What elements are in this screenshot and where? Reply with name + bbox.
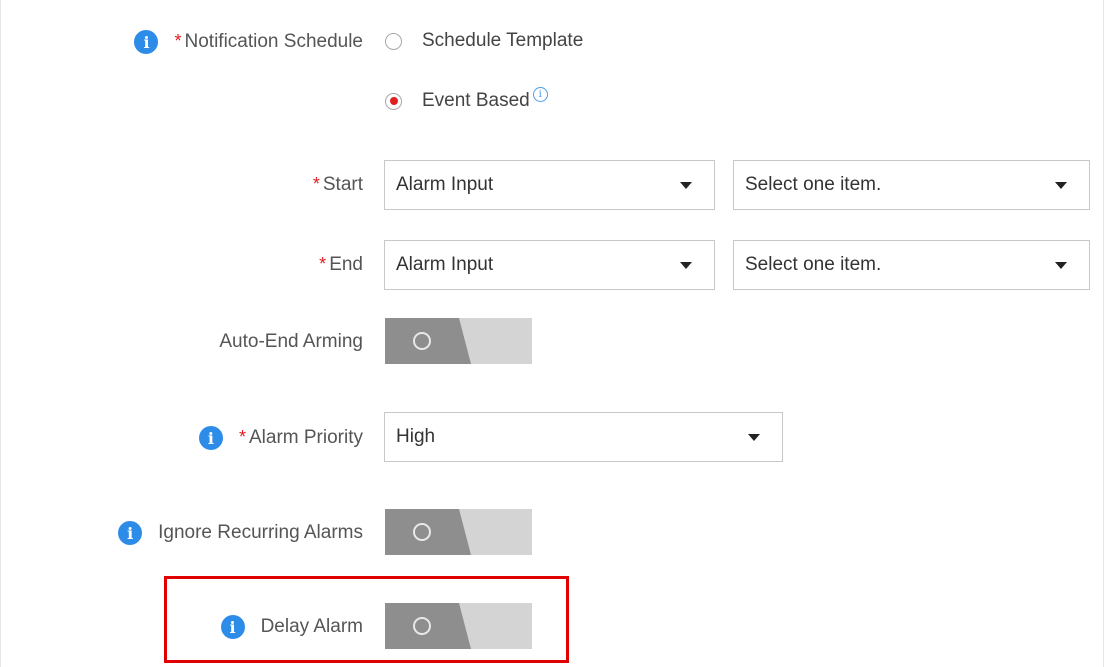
select-value: High [396, 426, 436, 447]
auto-end-arming-label-row: Auto-End Arming [219, 331, 363, 353]
end-label: End [329, 254, 363, 275]
info-icon[interactable]: i [118, 521, 143, 545]
ignore-recurring-alarms-label-row: i Ignore Recurring Alarms [118, 521, 363, 545]
auto-end-arming-label: Auto-End Arming [219, 331, 363, 352]
radio-label: Schedule Template [422, 30, 584, 51]
select-value: Alarm Input [396, 254, 494, 275]
settings-panel: i * Notification Schedule Schedule Templa… [0, 0, 1104, 667]
start-item-select[interactable]: Select one item. [733, 160, 1090, 210]
chevron-down-icon [1055, 262, 1067, 269]
ignore-recurring-alarms-label: Ignore Recurring Alarms [158, 522, 363, 543]
end-label-row: * End [319, 254, 363, 276]
radio-button-selected[interactable] [385, 92, 402, 110]
chevron-down-icon [1055, 182, 1067, 189]
chevron-down-icon [680, 262, 692, 269]
required-mark: * [174, 31, 182, 51]
toggle-knob [385, 318, 471, 364]
end-type-select[interactable]: Alarm Input [384, 240, 715, 290]
info-icon[interactable]: i [198, 426, 223, 450]
select-placeholder: Select one item. [745, 254, 882, 275]
required-mark: * [238, 427, 246, 447]
radio-label: Event Based [422, 90, 530, 111]
end-item-select[interactable]: Select one item. [733, 240, 1090, 290]
radio-event-based[interactable]: Event Based i [385, 86, 548, 112]
chevron-down-icon [680, 182, 692, 189]
required-mark: * [319, 254, 327, 274]
radio-schedule-template[interactable]: Schedule Template [385, 30, 583, 52]
info-icon[interactable]: i [532, 86, 548, 102]
start-label: Start [322, 174, 363, 195]
radio-button[interactable] [385, 32, 402, 50]
auto-end-arming-toggle[interactable] [385, 318, 532, 364]
ignore-recurring-alarms-toggle[interactable] [385, 509, 532, 555]
alarm-priority-label: Alarm Priority [248, 427, 363, 448]
select-placeholder: Select one item. [745, 174, 882, 195]
required-mark: * [312, 174, 320, 194]
notification-schedule-label: Notification Schedule [184, 31, 364, 52]
alarm-priority-label-row: i * Alarm Priority [198, 426, 363, 450]
info-icon[interactable]: i [134, 30, 159, 54]
start-label-row: * Start [313, 174, 363, 196]
alarm-priority-select[interactable]: High [384, 412, 783, 462]
select-value: Alarm Input [396, 174, 494, 195]
start-type-select[interactable]: Alarm Input [384, 160, 715, 210]
chevron-down-icon [748, 434, 760, 441]
notification-schedule-label-row: i * Notification Schedule [134, 30, 363, 54]
toggle-knob [385, 509, 471, 555]
highlight-box [164, 576, 569, 663]
